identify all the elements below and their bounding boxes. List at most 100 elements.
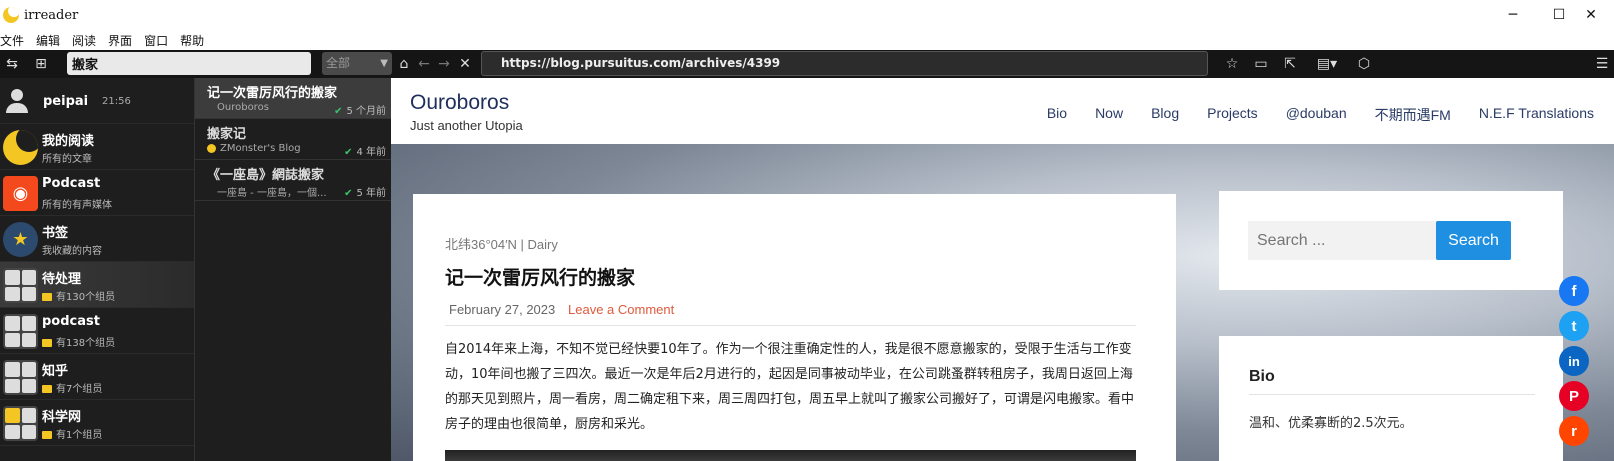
menu-edit[interactable]: 编辑 — [36, 32, 65, 49]
title-bar: irreader ─ ☐ ✕ — [0, 0, 1614, 30]
sidebar-item-label: podcast — [42, 314, 100, 329]
star-icon[interactable]: ☆ — [1222, 54, 1242, 74]
post-category[interactable]: 北纬36°04′N | Dairy — [445, 234, 558, 253]
stop-icon[interactable]: ✕ — [455, 54, 475, 74]
grid-view-icon[interactable]: ⊞ — [31, 54, 51, 74]
nav-blog[interactable]: Blog — [1151, 105, 1179, 125]
menu-view[interactable]: 界面 — [108, 32, 137, 49]
post-body: 自2014年来上海，不知不觉已经快要10年了。作为一个很注重确定性的人，我是很不… — [445, 342, 1135, 432]
home-icon[interactable]: ⌂ — [394, 54, 414, 74]
sidebar-item-zhihu[interactable]: 知乎 有7个组员 — [0, 354, 194, 400]
menu-window[interactable]: 窗口 — [144, 32, 173, 49]
podcast-icon: ◉ — [3, 176, 38, 211]
forward-icon[interactable]: → — [434, 54, 454, 74]
sidebar-item-podcast-group[interactable]: podcast 有138个组员 — [0, 308, 194, 354]
sidebar-item-sub: 所有的有声媒体 — [42, 200, 112, 211]
menu-file[interactable]: 文件 — [0, 32, 29, 49]
sidebar-item-sub: 所有的文章 — [42, 154, 92, 165]
site-header: Ouroboros Just another Utopia Bio Now Bl… — [391, 78, 1614, 144]
sidebar-item-label: 科学网 — [42, 410, 82, 425]
leave-comment-link[interactable]: Leave a Comment — [568, 302, 674, 317]
group-grid-icon — [3, 360, 38, 395]
menu-help[interactable]: 帮助 — [180, 32, 209, 49]
article-time: ✔ 5 年前 — [344, 188, 386, 199]
widget-search-button[interactable]: Search — [1436, 221, 1511, 260]
check-icon: ✔ — [344, 188, 353, 199]
article-item[interactable]: 《一座島》網誌搬家 一座島 - 一座島，一個... ✔ 5 年前 — [195, 160, 392, 201]
divider — [445, 325, 1136, 326]
nav-douban[interactable]: @douban — [1286, 105, 1347, 125]
nav-projects[interactable]: Projects — [1207, 105, 1258, 125]
nav-now[interactable]: Now — [1095, 105, 1123, 125]
user-time: 21:56 — [102, 96, 131, 107]
sidebar-item-bookmarks[interactable]: ★ 书签 我收藏的内容 — [0, 216, 194, 262]
article-item[interactable]: 搬家记 ZMonster's Blog ✔ 4 年前 — [195, 119, 392, 160]
sidebar-item-my-reading[interactable]: 我的阅读 所有的文章 — [0, 124, 194, 170]
group-grid-icon — [3, 406, 38, 441]
facebook-share-icon[interactable]: f — [1559, 276, 1589, 306]
bio-text: 温和、优柔寡断的2.5次元。 — [1249, 416, 1413, 431]
sidebar-item-label: 我的阅读 — [42, 134, 95, 149]
extension-icon[interactable]: ⬡ — [1354, 54, 1374, 74]
bio-title: Bio — [1249, 368, 1275, 385]
search-input[interactable] — [67, 52, 311, 75]
pinterest-share-icon[interactable]: P — [1559, 381, 1589, 411]
back-icon[interactable]: ← — [414, 54, 434, 74]
article-title: 记一次雷厉风行的搬家 — [207, 86, 338, 101]
nav-fm[interactable]: 不期而遇FM — [1375, 105, 1451, 125]
user-profile[interactable]: peipai 21:56 — [0, 78, 194, 124]
sidebar-item-label: 知乎 — [42, 364, 69, 379]
star-icon: ★ — [3, 222, 38, 257]
sidebar: peipai 21:56 我的阅读 所有的文章 ◉ Podcast 所有的有声媒… — [0, 78, 194, 461]
article-title: 《一座島》網誌搬家 — [207, 168, 325, 183]
more-menu-icon[interactable]: ☰ — [1592, 54, 1612, 74]
sidebar-item-sciencenet[interactable]: 科学网 有1个组员 — [0, 400, 194, 446]
minimize-button[interactable]: ─ — [1490, 0, 1536, 30]
article-source: Ouroboros — [217, 102, 269, 113]
post-date[interactable]: February 27, 2023 — [449, 302, 555, 317]
reader-mode-icon[interactable]: ▭ — [1251, 54, 1271, 74]
article-time: ✔ 4 年前 — [344, 147, 386, 158]
window-title: irreader — [24, 7, 79, 23]
bio-widget: Bio 温和、优柔寡断的2.5次元。 — [1219, 336, 1563, 461]
sidebar-item-sub: 有130个组员 — [42, 288, 115, 303]
article-item[interactable]: 记一次雷厉风行的搬家 Ouroboros ✔ 5 个月前 — [195, 78, 392, 119]
source-logo-icon — [207, 143, 216, 153]
document-dropdown-icon[interactable]: ▤▾ — [1310, 54, 1344, 74]
folder-icon — [42, 431, 52, 439]
group-grid-icon — [3, 314, 38, 349]
widget-search-input[interactable] — [1248, 221, 1437, 260]
menu-read[interactable]: 阅读 — [72, 32, 101, 49]
reddit-share-icon[interactable]: r — [1559, 416, 1589, 446]
url-bar[interactable]: https://blog.pursuitus.com/archives/4399 — [481, 51, 1208, 76]
sidebar-item-label: Podcast — [42, 176, 101, 191]
folder-icon — [42, 293, 52, 301]
chevron-down-icon: ▼ — [380, 58, 388, 69]
linkedin-share-icon[interactable]: in — [1559, 346, 1589, 376]
user-name: peipai — [43, 94, 89, 109]
article-time: ✔ 5 个月前 — [334, 106, 386, 117]
app-logo-icon — [3, 7, 19, 23]
sidebar-item-podcast-all[interactable]: ◉ Podcast 所有的有声媒体 — [0, 170, 194, 216]
article-title: 搬家记 — [207, 127, 247, 142]
site-tagline: Just another Utopia — [410, 118, 523, 133]
site-title[interactable]: Ouroboros — [410, 91, 509, 115]
post-card: 北纬36°04′N | Dairy 记一次雷厉风行的搬家 February 27… — [413, 194, 1176, 461]
avatar-icon — [6, 89, 28, 113]
menu-bar: 文件 编辑 阅读 界面 窗口 帮助 — [0, 30, 1614, 50]
site-nav: Bio Now Blog Projects @douban 不期而遇FM N.E… — [1019, 105, 1594, 125]
nav-bio[interactable]: Bio — [1047, 105, 1067, 125]
close-button[interactable]: ✕ — [1568, 0, 1614, 30]
web-view: Ouroboros Just another Utopia Bio Now Bl… — [391, 78, 1614, 461]
sidebar-item-pending[interactable]: 待处理 有130个组员 — [0, 262, 194, 308]
article-source: ZMonster's Blog — [207, 143, 301, 154]
post-title[interactable]: 记一次雷厉风行的搬家 — [445, 263, 635, 290]
open-external-icon[interactable]: ⇱ — [1280, 54, 1300, 74]
check-icon: ✔ — [344, 147, 353, 158]
filter-select[interactable]: 全部 ▼ — [322, 52, 392, 75]
twitter-share-icon[interactable]: t — [1559, 311, 1589, 341]
sidebar-item-sub: 我收藏的内容 — [42, 246, 102, 257]
folder-icon — [42, 385, 52, 393]
nav-translations[interactable]: N.E.F Translations — [1479, 105, 1594, 125]
sync-icon[interactable]: ⇆ — [2, 54, 22, 74]
